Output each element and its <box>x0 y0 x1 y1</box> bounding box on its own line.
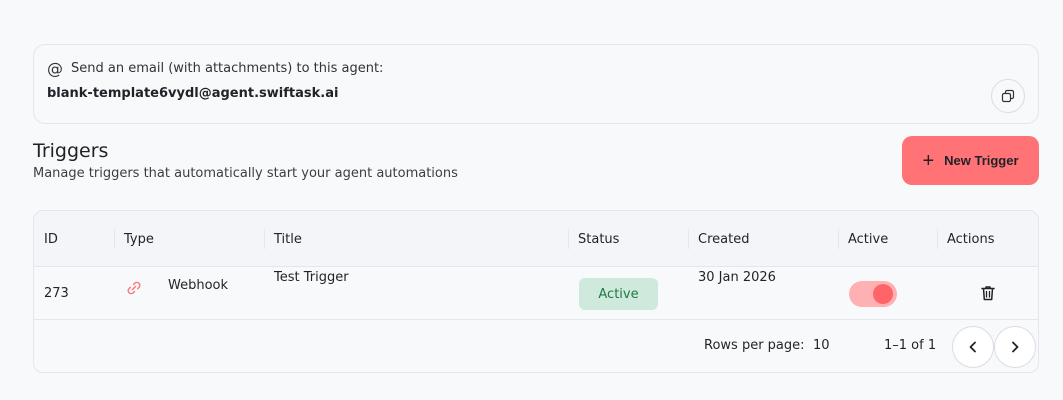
active-toggle[interactable] <box>849 281 897 307</box>
email-card: @ Send an email (with attachments) to th… <box>33 44 1039 124</box>
chevron-left-icon <box>969 341 976 353</box>
agent-email-address: blank-template6vydl@agent.swiftask.ai <box>47 86 339 101</box>
new-trigger-label: New Trigger <box>944 153 1019 168</box>
toggle-knob <box>873 284 893 304</box>
column-header-actions: Actions <box>947 231 995 247</box>
at-sign-icon: @ <box>47 59 63 78</box>
column-header-title: Title <box>274 231 302 247</box>
plus-icon: + <box>922 149 935 172</box>
previous-page-button[interactable] <box>952 326 994 368</box>
email-prompt-line: @ Send an email (with attachments) to th… <box>47 59 383 78</box>
next-page-button[interactable] <box>994 326 1036 368</box>
pagination: Rows per page: 10 1–1 of 1 <box>34 321 1038 372</box>
new-trigger-button[interactable]: + New Trigger <box>902 136 1039 185</box>
trigger-id: 273 <box>44 286 69 301</box>
column-header-status: Status <box>578 231 620 247</box>
status-badge: Active <box>579 278 658 310</box>
link-icon <box>127 281 141 295</box>
column-header-created: Created <box>698 231 750 247</box>
table-header: ID Type Title Status Created Active Acti… <box>34 211 1038 267</box>
trash-icon <box>981 286 995 301</box>
triggers-title: Triggers <box>33 140 109 162</box>
pagination-range: 1–1 of 1 <box>884 338 937 353</box>
column-header-type: Type <box>124 231 154 247</box>
column-header-active: Active <box>848 231 889 247</box>
triggers-subtitle: Manage triggers that automatically start… <box>33 166 458 181</box>
delete-trigger-button[interactable] <box>978 283 998 303</box>
rows-per-page-select[interactable]: 10 <box>813 338 830 353</box>
copy-email-button[interactable] <box>991 79 1025 113</box>
rows-per-page-label: Rows per page: <box>704 338 805 353</box>
copy-icon <box>1001 89 1015 103</box>
trigger-title: Test Trigger <box>274 270 349 285</box>
trigger-type: Webhook <box>168 278 229 293</box>
chevron-right-icon <box>1012 341 1019 353</box>
email-prompt: Send an email (with attachments) to this… <box>71 61 384 76</box>
triggers-table: ID Type Title Status Created Active Acti… <box>33 210 1039 373</box>
table-row[interactable]: 273 Webhook Test Trigger Active 30 Jan 2… <box>34 267 1038 320</box>
trigger-created-date: 30 Jan 2026 <box>698 270 776 285</box>
column-header-id: ID <box>44 231 58 247</box>
